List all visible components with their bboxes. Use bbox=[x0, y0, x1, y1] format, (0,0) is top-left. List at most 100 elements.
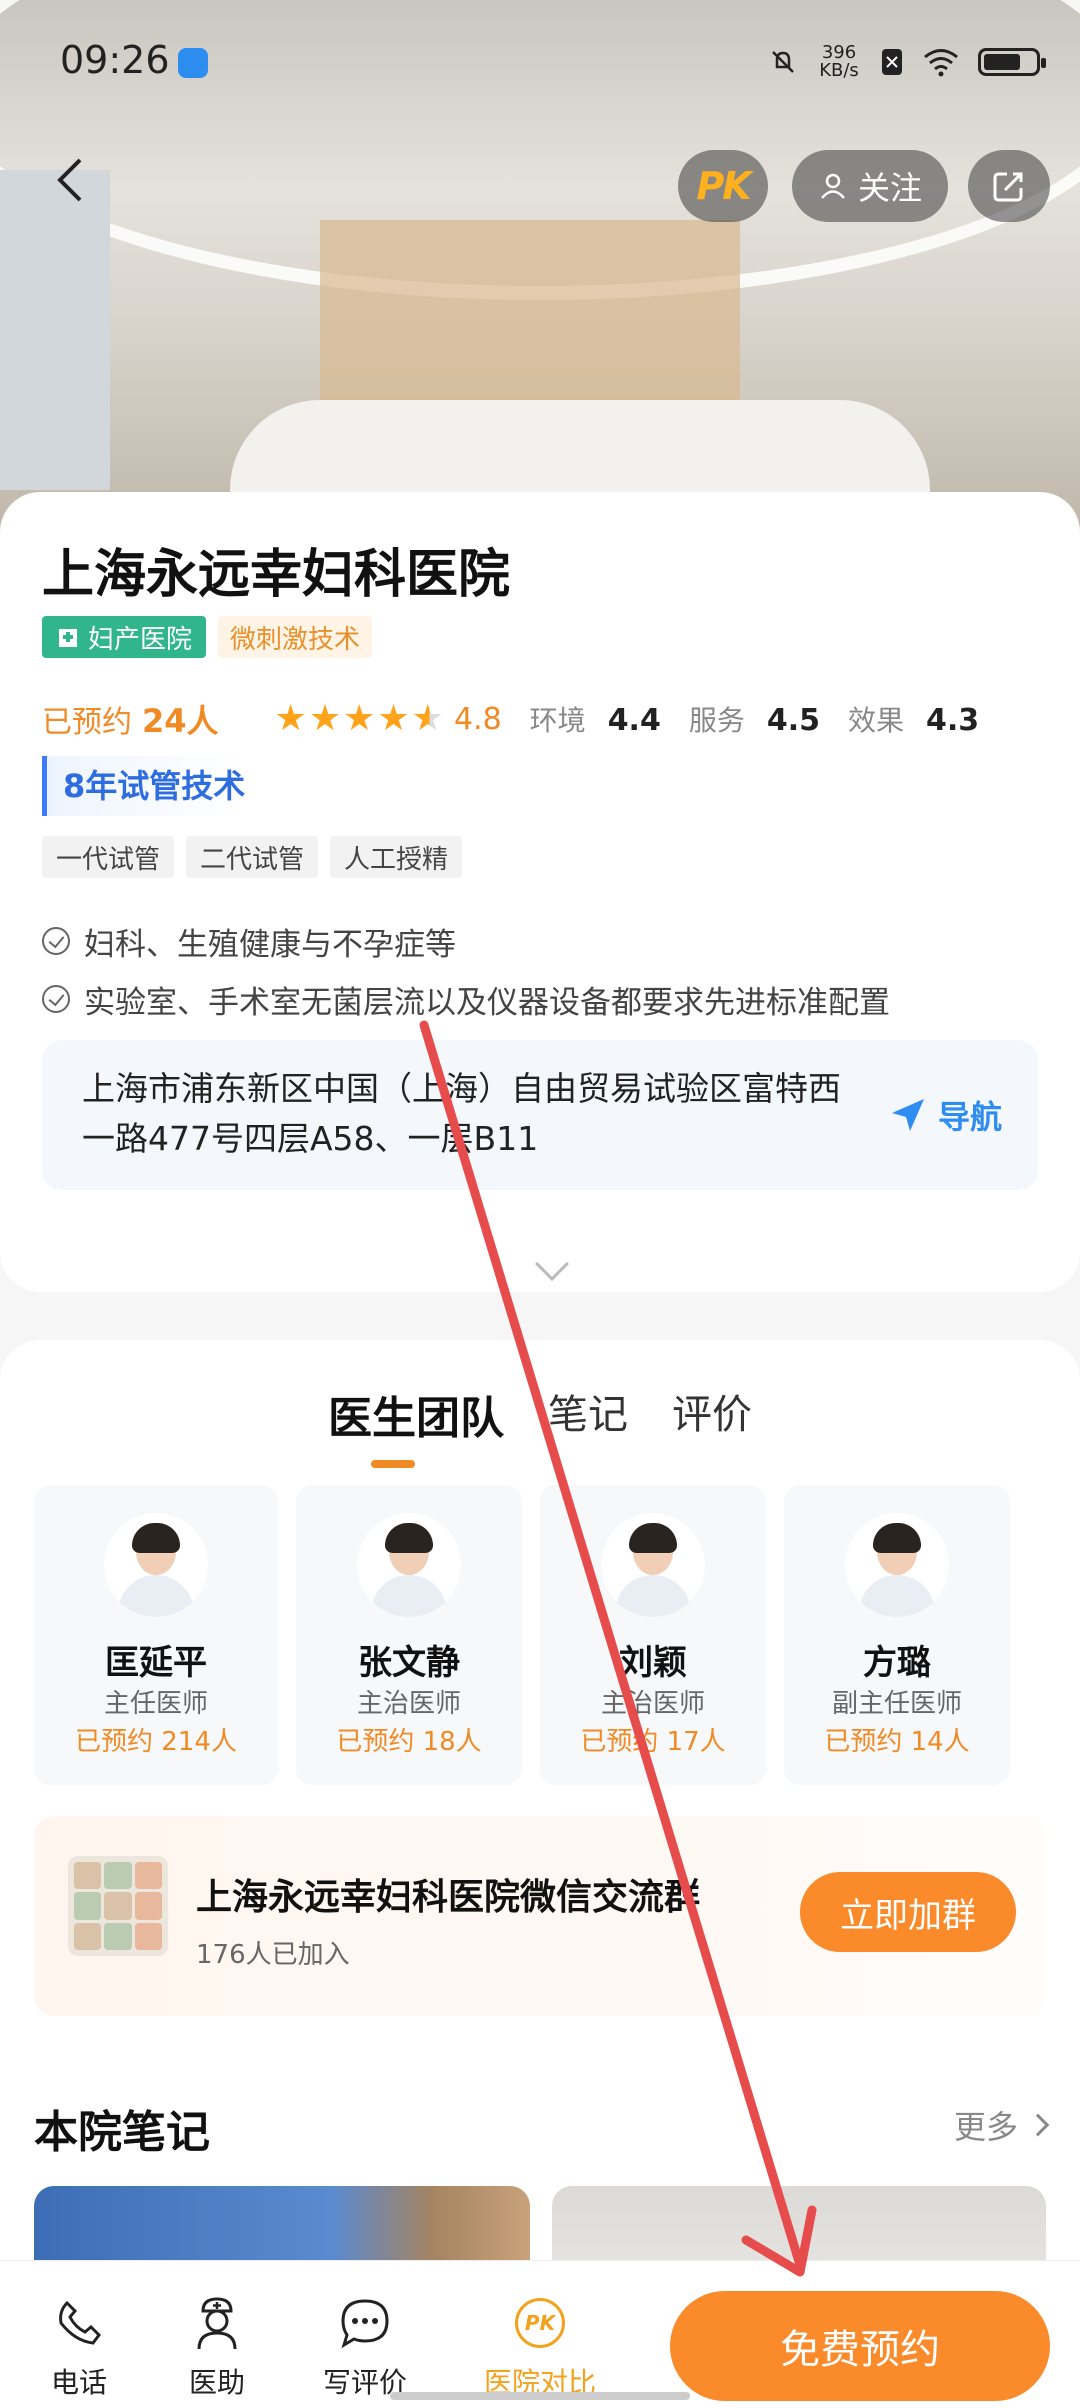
tab-doctor-team[interactable]: 医生团队 bbox=[306, 1382, 526, 1446]
doctor-avatar bbox=[601, 1513, 705, 1617]
hospital-icon bbox=[59, 629, 77, 647]
phone-icon bbox=[59, 2300, 101, 2345]
hospital-booked: 已预约 24人 bbox=[42, 702, 219, 740]
doctor-avatar bbox=[357, 1513, 461, 1617]
star-icon: ★ bbox=[377, 698, 410, 739]
score-environment: 环境 4.4 bbox=[529, 703, 661, 738]
chevron-right-icon bbox=[1026, 2113, 1050, 2137]
mute-icon bbox=[772, 51, 794, 73]
navigate-button[interactable]: 导航 bbox=[888, 1092, 1002, 1138]
chevron-left-icon bbox=[57, 158, 82, 202]
chat-icon bbox=[341, 2299, 389, 2349]
hospital-features: 妇科、生殖健康与不孕症等 实验室、手术室无菌层流以及仪器设备都要求先进标准配置 bbox=[42, 912, 890, 1028]
hospital-tech-tag: 微刺激技术 bbox=[218, 616, 373, 658]
share-button[interactable] bbox=[968, 150, 1050, 222]
hero-wood-wall bbox=[320, 220, 740, 420]
wechat-group-card[interactable]: 上海永远幸妇科医院微信交流群 176人已加入 立即加群 bbox=[34, 1816, 1046, 2016]
doctor-list: 匡延平 主任医师 已预约 214人 张文静 主治医师 已预约 18人 刘颖 主治… bbox=[34, 1485, 1010, 1785]
rating-value: 4.8 bbox=[453, 701, 502, 737]
doctor-avatar bbox=[845, 1513, 949, 1617]
nurse-icon bbox=[197, 2297, 237, 2350]
content-section: 医生团队 笔记 评价 匡延平 主任医师 已预约 214人 张文静 主治医师 已预… bbox=[0, 1340, 1080, 2408]
bottom-action-bar: 电话 医助 写评价 PK 医院对比 免费预约 bbox=[0, 2260, 1080, 2408]
hospital-name: 上海永远幸妇科医院 bbox=[42, 545, 511, 605]
pk-label: PK bbox=[696, 164, 751, 208]
notes-more-link[interactable]: 更多 bbox=[954, 2102, 1050, 2148]
phone-button[interactable]: 电话 bbox=[14, 2295, 144, 2401]
doctor-title: 副主任医师 bbox=[831, 1689, 962, 1719]
doctor-card[interactable]: 匡延平 主任医师 已预约 214人 bbox=[34, 1485, 278, 1785]
doctor-booked: 已预约 18人 bbox=[336, 1727, 482, 1757]
status-icons: 396 KB/s bbox=[768, 42, 1046, 81]
hospital-stats-row: 已预约 24人 ★ ★ ★ ★ ★ 4.8 环境 4.4 服务 4.5 效果 4.3 bbox=[42, 694, 1042, 744]
hero-window bbox=[0, 170, 110, 490]
doctor-name: 刘颖 bbox=[619, 1643, 687, 1683]
star-icon: ★ bbox=[308, 698, 342, 739]
sim-icon bbox=[882, 49, 902, 75]
person-icon bbox=[821, 173, 845, 199]
expand-chevron-icon[interactable] bbox=[535, 1247, 569, 1281]
doctor-card[interactable]: 方璐 副主任医师 已预约 14人 bbox=[784, 1485, 1010, 1785]
status-time: 09:26 bbox=[60, 38, 170, 82]
hospital-compare-button[interactable]: PK 医院对比 bbox=[460, 2295, 620, 2401]
follow-label: 关注 bbox=[857, 169, 922, 207]
share-icon bbox=[993, 172, 1023, 202]
pk-compare-button[interactable]: PK bbox=[678, 150, 768, 222]
feature-item: 实验室、手术室无菌层流以及仪器设备都要求先进标准配置 bbox=[42, 970, 890, 1028]
doctor-name: 张文静 bbox=[358, 1643, 460, 1683]
doctor-avatar bbox=[104, 1513, 208, 1617]
wifi-icon bbox=[924, 49, 958, 77]
assistant-label: 医助 bbox=[188, 2366, 245, 2399]
doctor-card[interactable]: 刘颖 主治医师 已预约 17人 bbox=[540, 1485, 766, 1785]
assistant-button[interactable]: 医助 bbox=[152, 2295, 282, 2401]
doctor-booked: 已预约 14人 bbox=[824, 1727, 970, 1757]
rating-stars: ★ ★ ★ ★ ★ bbox=[275, 701, 444, 737]
app-notification-icon bbox=[178, 48, 208, 78]
write-review-button[interactable]: 写评价 bbox=[300, 2295, 430, 2401]
score-service: 服务 4.5 bbox=[688, 703, 821, 738]
ivf-experience-title: 8年试管技术 bbox=[42, 756, 382, 816]
hospital-info-card: 上海永远幸妇科医院 妇产医院 微刺激技术 已预约 24人 ★ ★ ★ ★ ★ 4.… bbox=[0, 492, 1080, 1292]
doctor-booked: 已预约 17人 bbox=[580, 1727, 726, 1757]
group-name: 上海永远幸妇科医院微信交流群 bbox=[196, 1877, 701, 1918]
hospital-type-tag: 妇产医院 bbox=[42, 616, 207, 658]
address-box[interactable]: 上海市浦东新区中国（上海）自由贸易试验区富特西一路477号四层A58、一层B11… bbox=[42, 1040, 1038, 1190]
doctor-title: 主治医师 bbox=[356, 1689, 461, 1719]
battery-icon bbox=[978, 48, 1046, 76]
doctor-card[interactable]: 张文静 主治医师 已预约 18人 bbox=[296, 1485, 522, 1785]
feature-item: 妇科、生殖健康与不孕症等 bbox=[42, 912, 890, 970]
doctor-title: 主治医师 bbox=[600, 1689, 705, 1719]
pk-icon: PK bbox=[515, 2298, 565, 2348]
navigation-arrow-icon bbox=[891, 1099, 924, 1131]
group-thumbnail bbox=[68, 1856, 168, 1956]
tab-notes[interactable]: 笔记 bbox=[526, 1382, 650, 1446]
notes-section-title: 本院笔记 bbox=[34, 2107, 210, 2158]
doctor-title: 主任医师 bbox=[103, 1689, 208, 1719]
star-icon: ★ bbox=[274, 698, 307, 739]
ivf-tag: 二代试管 bbox=[186, 836, 319, 878]
doctor-name: 方璐 bbox=[863, 1643, 931, 1683]
check-circle-icon bbox=[42, 985, 70, 1013]
ivf-tag: 人工授精 bbox=[330, 836, 463, 878]
free-booking-button[interactable]: 免费预约 bbox=[670, 2291, 1050, 2401]
doctor-booked: 已预约 214人 bbox=[75, 1727, 237, 1757]
doctor-name: 匡延平 bbox=[105, 1643, 207, 1683]
tab-reviews[interactable]: 评价 bbox=[650, 1382, 774, 1446]
star-icon: ★ bbox=[343, 698, 376, 739]
home-indicator bbox=[390, 2392, 690, 2400]
hospital-tags: 妇产医院 微刺激技术 bbox=[42, 616, 373, 658]
ivf-tags: 一代试管 二代试管 人工授精 bbox=[42, 836, 463, 878]
hospital-address: 上海市浦东新区中国（上海）自由贸易试验区富特西一路477号四层A58、一层B11 bbox=[82, 1069, 841, 1158]
group-member-count: 176人已加入 bbox=[196, 1940, 350, 1970]
active-tab-indicator bbox=[371, 1460, 415, 1468]
half-star-icon: ★ bbox=[411, 698, 444, 739]
net-speed: 396 KB/s bbox=[819, 42, 859, 81]
ivf-tag: 一代试管 bbox=[42, 836, 175, 878]
status-bar: 09:26 396 KB/s bbox=[0, 0, 1080, 120]
phone-label: 电话 bbox=[50, 2366, 107, 2399]
score-effect: 效果 4.3 bbox=[848, 703, 980, 738]
join-group-button[interactable]: 立即加群 bbox=[800, 1872, 1016, 1952]
content-tabs: 医生团队 笔记 评价 bbox=[0, 1382, 1080, 1446]
follow-button[interactable]: 关注 bbox=[792, 150, 948, 222]
back-button[interactable] bbox=[50, 150, 110, 210]
